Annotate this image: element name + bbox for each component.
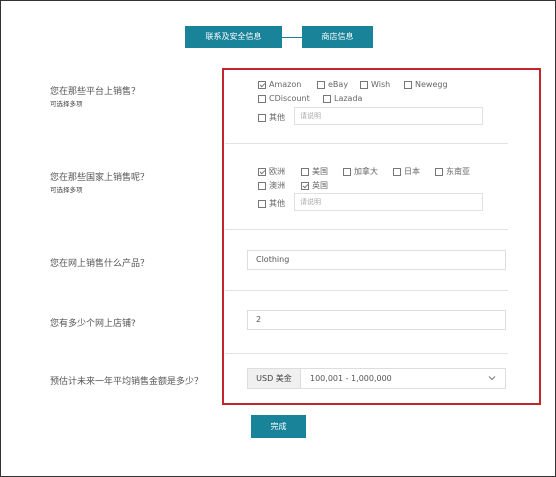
countries-hint: 可选择多项 — [50, 186, 83, 194]
country-option-australia[interactable]: 澳洲 — [258, 180, 285, 191]
platforms-hint: 可选择多项 — [50, 100, 83, 108]
chevron-down-icon — [488, 376, 496, 381]
checkbox[interactable] — [323, 94, 331, 103]
checkbox[interactable] — [301, 181, 309, 190]
country-option-europe[interactable]: 欧洲 — [258, 166, 285, 177]
divider — [225, 353, 508, 354]
currency-addon: USD 美金 — [248, 369, 301, 388]
option-label: 其他 — [269, 113, 285, 122]
step-contact-security[interactable]: 联系及安全信息 — [185, 26, 282, 48]
platform-option-cdiscount[interactable]: CDiscount — [258, 94, 310, 103]
checkbox[interactable] — [404, 80, 412, 89]
country-option-uk[interactable]: 英国 — [301, 180, 328, 191]
checkbox[interactable] — [258, 113, 266, 122]
option-label: 英国 — [312, 181, 328, 190]
option-label: Amazon — [269, 80, 302, 89]
checkbox[interactable] — [301, 167, 309, 176]
divider — [225, 290, 508, 291]
checkbox[interactable] — [258, 199, 266, 208]
question-annual-sales: 预估计未来一年平均销售金额是多少？ — [50, 377, 204, 387]
platform-option-wish[interactable]: Wish — [360, 80, 390, 89]
country-other-input[interactable]: 请说明 — [294, 193, 483, 211]
step-store-info[interactable]: 商店信息 — [302, 26, 373, 48]
country-option-sea[interactable]: 东南亚 — [435, 166, 470, 177]
checkbox[interactable] — [258, 94, 266, 103]
divider — [225, 229, 508, 230]
checkbox[interactable] — [343, 167, 351, 176]
option-label: Lazada — [334, 94, 363, 103]
option-label: 日本 — [404, 167, 420, 176]
platform-option-ebay[interactable]: eBay — [317, 80, 348, 89]
option-label: 东南亚 — [446, 167, 470, 176]
option-label: 美国 — [312, 167, 328, 176]
platform-option-other[interactable]: 其他 — [258, 112, 285, 123]
country-option-canada[interactable]: 加拿大 — [343, 166, 378, 177]
question-countries: 您在那些国家上销售呢？ — [50, 173, 150, 183]
option-label: 其他 — [269, 199, 285, 208]
option-label: eBay — [328, 80, 349, 89]
option-label: CDiscount — [269, 94, 310, 103]
option-label: Newegg — [415, 80, 448, 89]
checkbox[interactable] — [393, 167, 401, 176]
products-input[interactable]: Clothing — [247, 250, 506, 270]
checkbox[interactable] — [258, 80, 266, 89]
checkbox[interactable] — [258, 181, 266, 190]
done-button[interactable]: 完成 — [251, 415, 306, 438]
question-platforms: 您在那些平台上销售？ — [50, 87, 141, 97]
platform-option-lazada[interactable]: Lazada — [323, 94, 362, 103]
platform-other-input[interactable]: 请说明 — [294, 107, 483, 125]
step-connector — [282, 37, 302, 38]
platform-option-newegg[interactable]: Newegg — [404, 80, 448, 89]
option-label: 澳洲 — [269, 181, 285, 190]
checkbox[interactable] — [258, 167, 266, 176]
option-label: 加拿大 — [354, 167, 378, 176]
annual-sales-value: 100,001 - 1,000,000 — [310, 374, 392, 383]
checkbox[interactable] — [360, 80, 368, 89]
annual-sales-select[interactable]: USD 美金 100,001 - 1,000,000 — [247, 368, 506, 389]
divider — [225, 143, 508, 144]
question-products: 您在网上销售什么产品？ — [50, 259, 150, 269]
option-label: 欧洲 — [269, 167, 285, 176]
option-label: Wish — [371, 80, 391, 89]
checkbox[interactable] — [435, 167, 443, 176]
country-option-usa[interactable]: 美国 — [301, 166, 328, 177]
platform-option-amazon[interactable]: Amazon — [258, 80, 301, 89]
question-store-count: 您有多少个网上店铺? — [50, 319, 136, 329]
checkbox[interactable] — [317, 80, 325, 89]
store-count-input[interactable]: 2 — [247, 310, 506, 330]
country-option-japan[interactable]: 日本 — [393, 166, 420, 177]
country-option-other[interactable]: 其他 — [258, 198, 285, 209]
